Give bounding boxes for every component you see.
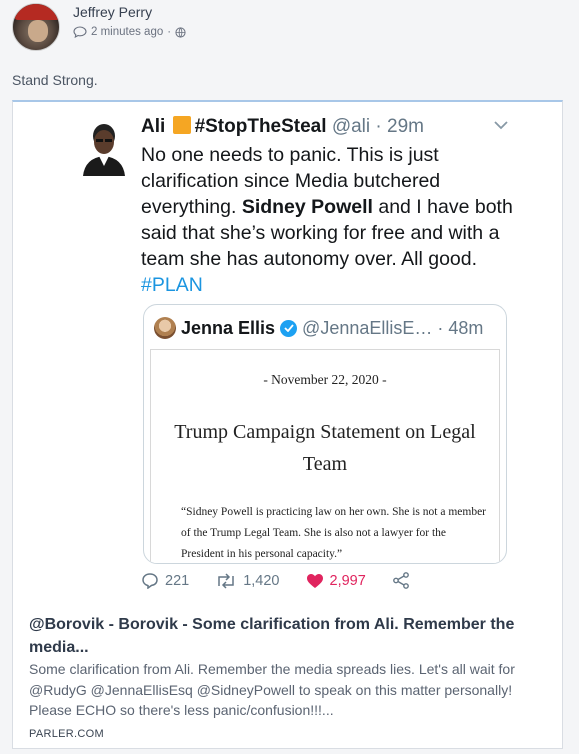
link-card-title[interactable]: @Borovik - Borovik - Some clarification … — [29, 613, 549, 659]
tweet-header: Ali #StopTheSteal @ali · 29m — [141, 116, 424, 138]
statement-document: - November 22, 2020 - Trump Campaign Sta… — [150, 349, 500, 563]
retweet-icon — [218, 572, 234, 589]
author-avatar[interactable] — [12, 3, 60, 51]
author-name[interactable]: Jeffrey Perry — [73, 4, 152, 20]
globe-icon — [175, 26, 186, 38]
orange-square-icon — [172, 116, 191, 134]
meta-separator: · — [167, 26, 172, 38]
share-icon — [392, 572, 409, 589]
like-count: 2,997 — [329, 572, 366, 589]
retweet-count: 1,420 — [243, 572, 280, 589]
tweet-hashtag-link[interactable]: #PLAN — [141, 274, 203, 296]
post-text: Stand Strong. — [12, 72, 98, 88]
tweet-body: No one needs to panic. This is just clar… — [141, 142, 521, 298]
reply-icon — [142, 573, 158, 589]
statement-quote: “Sidney Powell is practicing law on her … — [181, 506, 487, 560]
tweet-avatar — [81, 120, 127, 176]
heart-icon — [306, 573, 323, 588]
reply-action: 221 — [141, 572, 189, 589]
tweet-display-name[interactable]: Ali — [141, 116, 165, 137]
tweet-body-highlight: Sidney Powell — [241, 196, 373, 218]
link-card[interactable]: Ali #StopTheSteal @ali · 29m No one need… — [12, 100, 563, 749]
post-meta: 2 minutes ago · — [73, 26, 186, 38]
tweet-actions: 221 1,420 2,997 — [141, 572, 436, 589]
quoted-avatar — [154, 317, 176, 339]
retweet-action: 1,420 — [215, 572, 280, 589]
tweet-hashtag-name: #StopTheSteal — [194, 116, 327, 137]
post-timestamp[interactable]: 2 minutes ago — [91, 26, 163, 38]
statement-date: - November 22, 2020 - — [263, 372, 387, 387]
comment-icon — [73, 26, 87, 38]
post: Jeffrey Perry 2 minutes ago · Stand Stro… — [0, 0, 579, 754]
like-action: 2,997 — [306, 573, 366, 589]
statement-title: Trump Campaign Statement on Legal Team — [174, 421, 476, 475]
tweet-handle: @ali · 29m — [331, 116, 424, 137]
link-card-domain[interactable]: PARLER.COM — [29, 728, 104, 740]
avatar-hat — [15, 4, 59, 20]
verified-badge-icon — [280, 319, 298, 337]
share-action — [392, 572, 410, 589]
link-card-description: Some clarification from Ali. Remember th… — [29, 661, 515, 718]
quoted-tweet-header: Jenna Ellis @JennaEllisE… · 48m — [154, 317, 483, 339]
reply-count: 221 — [165, 572, 190, 589]
quoted-display-name: Jenna Ellis — [181, 317, 276, 338]
tweet-screenshot: Ali #StopTheSteal @ali · 29m No one need… — [53, 102, 535, 602]
quoted-tweet: Jenna Ellis @JennaEllisE… · 48m - Novemb… — [143, 304, 507, 564]
chevron-down-icon[interactable] — [493, 120, 509, 130]
quoted-handle: @JennaEllisE… · 48m — [302, 317, 484, 338]
avatar-face — [28, 20, 48, 42]
